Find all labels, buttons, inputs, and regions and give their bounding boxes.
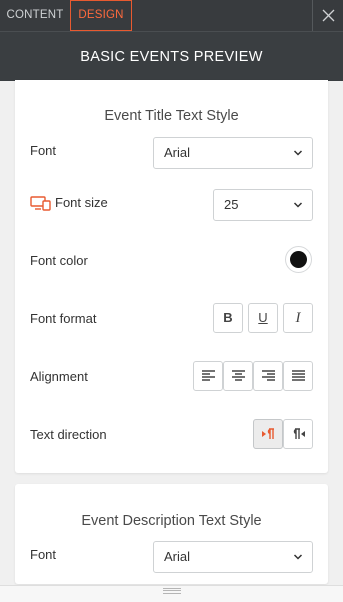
align-right-icon [262, 370, 275, 381]
tab-bar: CONTENT DESIGN [0, 0, 343, 31]
font-color-swatch[interactable] [285, 246, 312, 273]
font-select[interactable]: Arial [153, 137, 313, 169]
font-label: Font [30, 547, 57, 562]
align-center-button[interactable] [223, 361, 253, 391]
italic-button[interactable]: I [283, 303, 313, 333]
underline-button[interactable]: U [248, 303, 278, 333]
font-label: Font [30, 143, 57, 158]
section-heading: Event Title Text Style [104, 108, 239, 124]
tab-design[interactable]: DESIGN [70, 0, 132, 31]
panel-title: BASIC EVENTS PREVIEW [0, 31, 343, 81]
text-direction-rtl-icon [262, 428, 274, 439]
responsive-devices-icon [30, 196, 51, 211]
align-right-button[interactable] [253, 361, 283, 391]
resize-handle[interactable] [0, 585, 343, 602]
color-dot [290, 251, 307, 268]
drag-grip-icon [163, 588, 181, 594]
font-color-label: Font color [30, 253, 88, 268]
chevron-down-icon [293, 202, 303, 208]
description-style-card: Event Description Text Style Font Arial [15, 484, 328, 584]
align-left-icon [202, 370, 215, 381]
chevron-down-icon [293, 554, 303, 560]
chevron-down-icon [293, 150, 303, 156]
font-select-value: Arial [164, 145, 191, 160]
alignment-label: Alignment [30, 369, 88, 384]
align-justify-button[interactable] [283, 361, 313, 391]
font-size-value: 25 [224, 197, 239, 212]
close-icon [322, 9, 335, 22]
bold-button[interactable]: B [213, 303, 243, 333]
tab-content[interactable]: CONTENT [0, 0, 70, 31]
text-direction-label: Text direction [30, 427, 107, 442]
ltr-direction-button[interactable] [283, 419, 313, 449]
font-select[interactable]: Arial [153, 541, 313, 573]
font-size-label: Font size [55, 195, 108, 210]
font-format-label: Font format [30, 311, 97, 326]
title-style-card: Event Title Text Style Font Arial Font s… [15, 80, 328, 473]
rtl-direction-button[interactable] [253, 419, 283, 449]
section-heading: Event Description Text Style [81, 513, 262, 529]
font-size-select[interactable]: 25 [213, 189, 313, 221]
text-direction-ltr-icon [293, 428, 305, 439]
close-button[interactable] [312, 0, 343, 31]
align-center-icon [232, 370, 245, 381]
align-justify-icon [292, 370, 305, 381]
font-select-value: Arial [164, 549, 191, 564]
align-left-button[interactable] [193, 361, 223, 391]
